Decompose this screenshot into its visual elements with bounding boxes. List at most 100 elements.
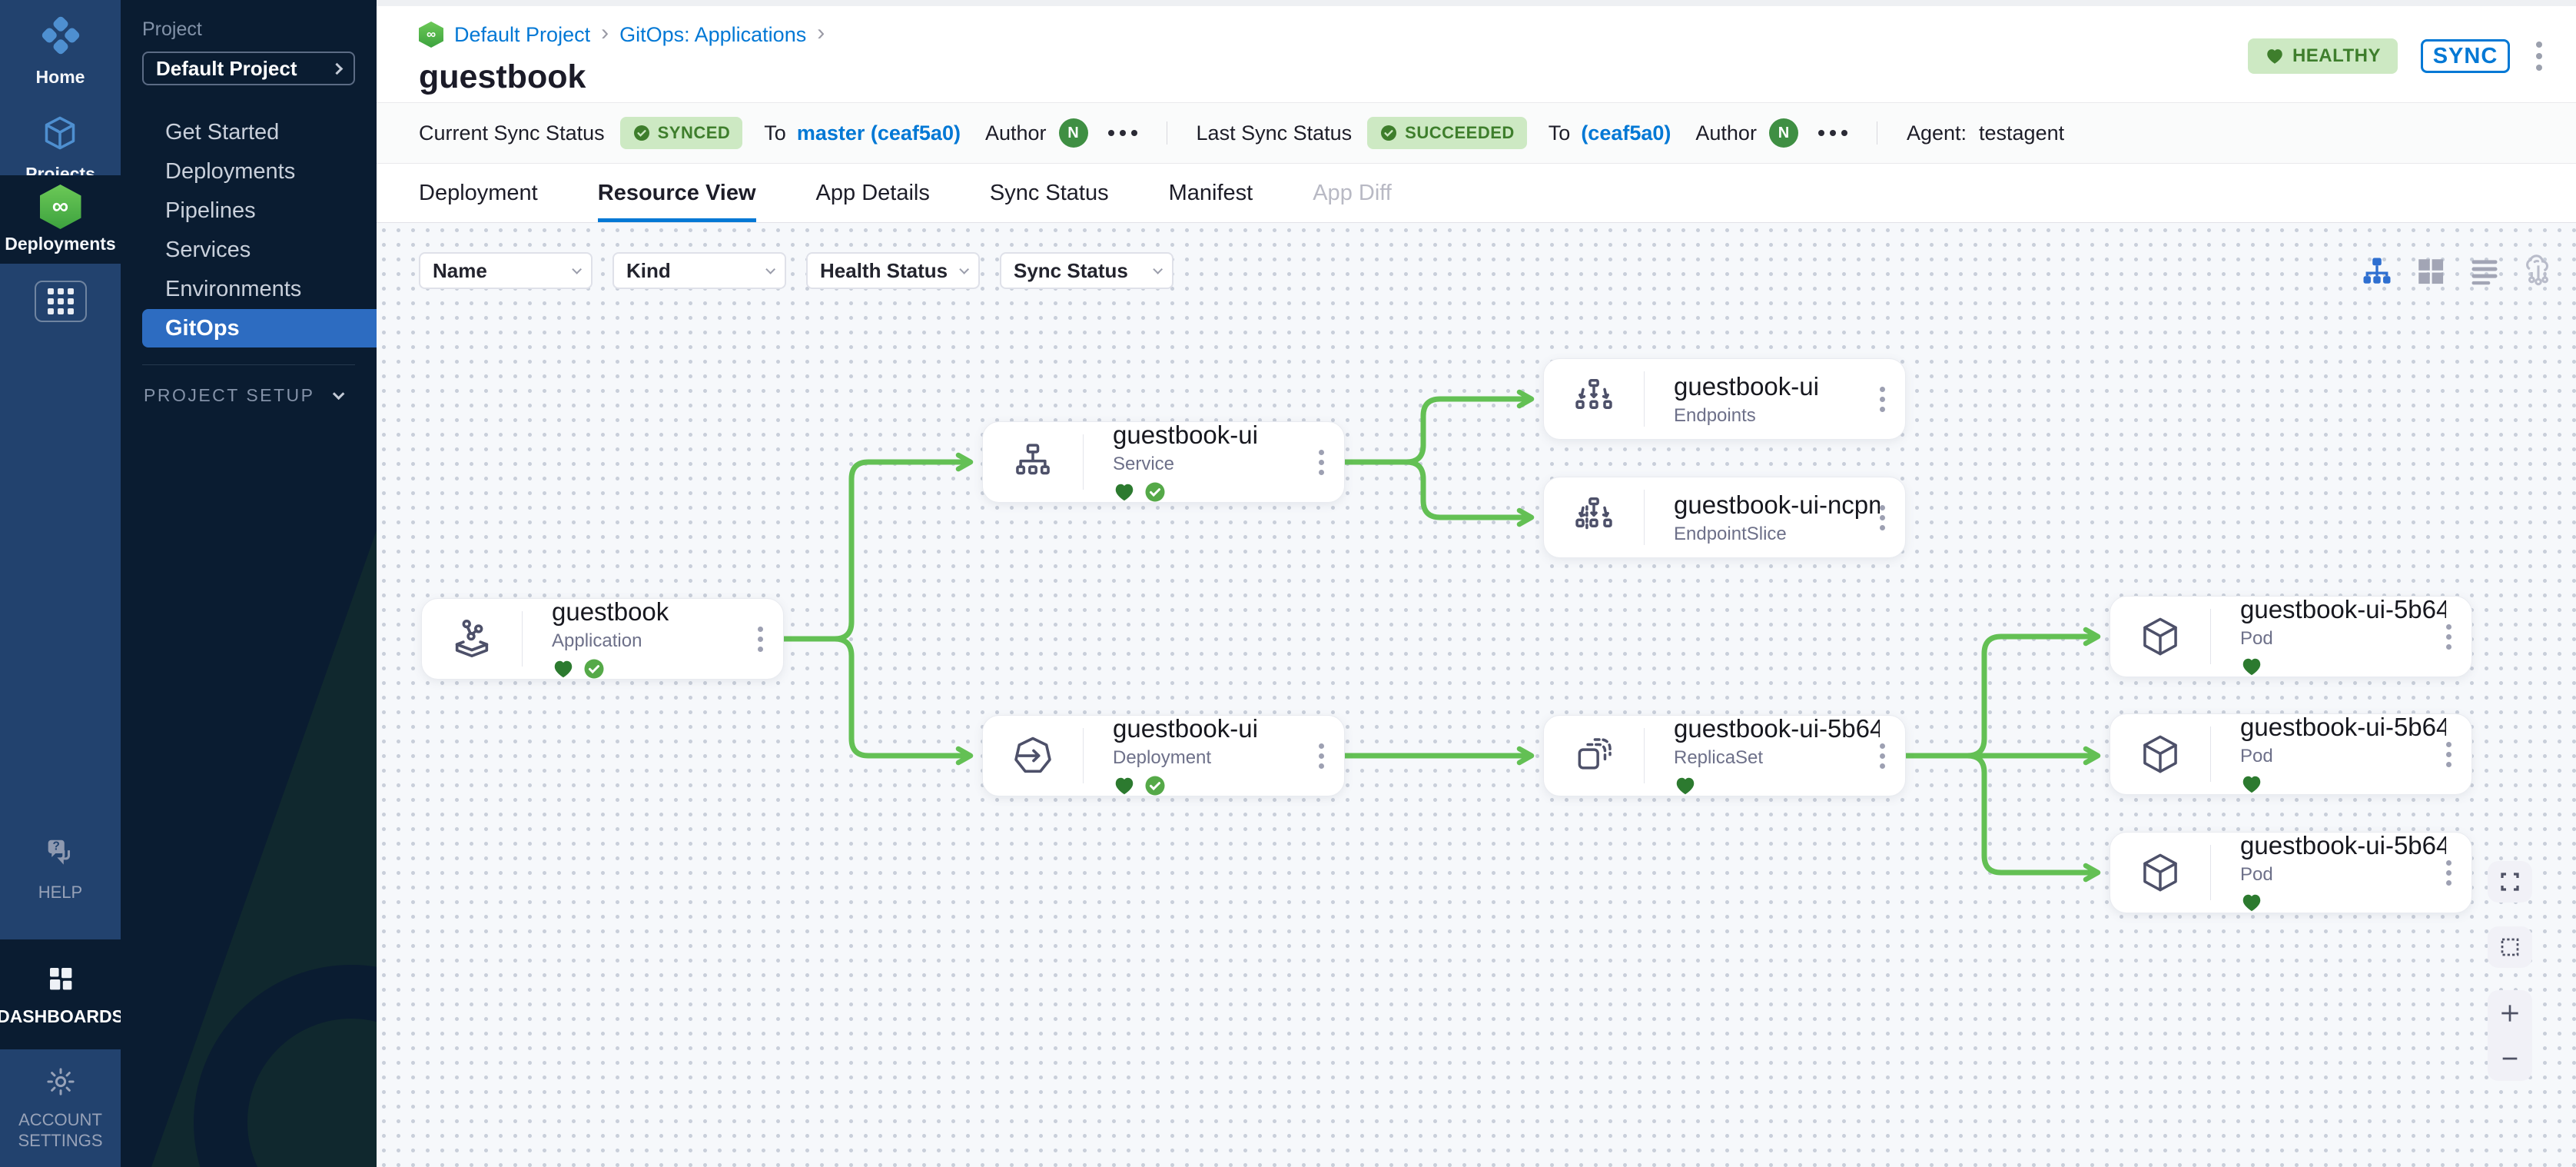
- author-avatar[interactable]: N: [1059, 118, 1088, 148]
- node-name: guestbook-ui: [1113, 421, 1319, 450]
- node-kind: Endpoints: [1674, 405, 1880, 427]
- author-label: Author: [1695, 121, 1757, 145]
- rail-item-dashboards[interactable]: DASHBOARDS: [0, 963, 124, 1027]
- filter-label: Sync Status: [1014, 259, 1128, 283]
- fullscreen-button[interactable]: [2488, 861, 2532, 903]
- rail-item-account-settings[interactable]: ACCOUNT SETTINGS: [11, 1066, 111, 1152]
- filter-kind[interactable]: Kind: [612, 252, 786, 289]
- resource-node-replicaset[interactable]: guestbook-ui-5b64f69597 ReplicaSet: [1543, 715, 1906, 796]
- rail-label-home: Home: [36, 67, 85, 88]
- node-kebab-menu[interactable]: [1319, 743, 1324, 769]
- author-avatar[interactable]: N: [1769, 118, 1798, 148]
- filter-name[interactable]: Name: [419, 252, 593, 289]
- node-kebab-menu[interactable]: [758, 627, 763, 652]
- sidebar-item-get-started[interactable]: Get Started: [142, 113, 377, 151]
- sync-status-badge: SYNCED: [620, 117, 743, 149]
- sync-button[interactable]: SYNC: [2421, 39, 2510, 73]
- projects-icon: [41, 114, 79, 156]
- resource-node-endpointslice[interactable]: guestbook-ui-ncpmrEndpointSlice: [1543, 477, 1906, 558]
- node-body: guestbook-ui-5b64f6959...Pod: [2211, 713, 2446, 796]
- node-kebab-menu[interactable]: [2446, 860, 2452, 886]
- resource-node-pod[interactable]: guestbook-ui-5b64f6959...Pod: [2110, 596, 2472, 677]
- breadcrumb-project-link[interactable]: Default Project: [454, 23, 590, 47]
- resource-node-application[interactable]: guestbookApplication: [421, 598, 784, 680]
- check-circle-icon: [632, 124, 651, 142]
- pod-icon: [2110, 851, 2210, 894]
- grid-view-toggle[interactable]: [2413, 255, 2448, 291]
- resource-node-service[interactable]: guestbook-uiService: [982, 421, 1345, 503]
- page-kebab-menu[interactable]: [2533, 38, 2545, 74]
- sidebar-item-services[interactable]: Services: [142, 231, 377, 269]
- resource-node-pod[interactable]: guestbook-ui-5b64f6959...Pod: [2110, 713, 2472, 795]
- healthy-heart-icon: [2240, 655, 2263, 678]
- tab-app-diff: App Diff: [1313, 164, 1392, 222]
- project-selector-value: Default Project: [156, 57, 297, 81]
- module-rail: Home Projects ∞ Deployments: [0, 0, 121, 1167]
- synced-check-icon: [1144, 774, 1167, 797]
- resource-node-deployment[interactable]: guestbook-uiDeployment: [982, 715, 1345, 796]
- chevron-down-icon: [572, 264, 582, 274]
- rail-item-projects[interactable]: Projects: [25, 114, 95, 185]
- node-kind: ReplicaSet: [1674, 747, 1880, 769]
- sidebar-item-pipelines[interactable]: Pipelines: [142, 191, 377, 230]
- tree-view-icon: [2361, 255, 2393, 291]
- node-kind: Deployment: [1113, 747, 1319, 769]
- node-status-badges: [1674, 774, 1880, 797]
- tree-edges: [377, 223, 2576, 1167]
- node-kebab-menu[interactable]: [1880, 743, 1885, 769]
- chevron-down-icon: [333, 388, 345, 401]
- project-sidebar: Project Default Project Get StartedDeplo…: [121, 0, 377, 1167]
- more-actions-menu[interactable]: [1818, 130, 1847, 136]
- select-area-button[interactable]: [2488, 926, 2532, 968]
- module-switcher-button[interactable]: [35, 281, 87, 322]
- node-kebab-menu[interactable]: [2446, 742, 2452, 767]
- node-kebab-menu[interactable]: [2446, 624, 2452, 650]
- gitops-icon: ∞: [419, 22, 443, 48]
- git-revision-link[interactable]: (ceaf5a0): [1581, 121, 1671, 145]
- tab-resource-view[interactable]: Resource View: [598, 164, 756, 222]
- plus-icon: [2498, 1001, 2522, 1026]
- rail-item-deployments[interactable]: ∞ Deployments: [5, 185, 115, 254]
- list-view-toggle[interactable]: [2467, 255, 2502, 291]
- filter-label: Health Status: [820, 259, 948, 283]
- zoom-out-button[interactable]: [2488, 1036, 2532, 1081]
- breadcrumb-separator: ›: [817, 20, 825, 46]
- more-actions-menu[interactable]: [1108, 130, 1137, 136]
- node-kebab-menu[interactable]: [1880, 505, 1885, 530]
- filter-label: Name: [433, 259, 487, 283]
- rail-label-dashboards: DASHBOARDS: [0, 1006, 124, 1027]
- node-kebab-menu[interactable]: [1319, 450, 1324, 475]
- tab-app-details[interactable]: App Details: [816, 164, 930, 222]
- pod-icon: [2110, 615, 2210, 658]
- tab-manifest[interactable]: Manifest: [1169, 164, 1253, 222]
- resource-tree-canvas[interactable]: Name Kind Health Status Sync Status guestbo…: [377, 223, 2576, 1167]
- zoom-in-button[interactable]: [2488, 990, 2532, 1036]
- node-kebab-menu[interactable]: [1880, 387, 1885, 412]
- tab-sync-status[interactable]: Sync Status: [990, 164, 1109, 222]
- breadcrumb-applications-link[interactable]: GitOps: Applications: [619, 23, 806, 47]
- rail-item-home[interactable]: Home: [36, 15, 85, 88]
- filter-health-status[interactable]: Health Status: [806, 252, 980, 289]
- node-status-badges: [552, 657, 758, 680]
- tree-view-toggle[interactable]: [2359, 255, 2395, 291]
- endpoints-icon: [1544, 377, 1644, 421]
- rail-item-help[interactable]: ? HELP: [38, 835, 82, 903]
- git-revision-link[interactable]: master (ceaf5a0): [797, 121, 961, 145]
- rail-block-account: ACCOUNT SETTINGS: [0, 1049, 121, 1167]
- network-view-toggle[interactable]: [2521, 255, 2556, 291]
- project-selector[interactable]: Default Project: [142, 52, 355, 85]
- node-name: guestbook-ui-5b64f69597: [1674, 714, 1880, 743]
- agent-label: Agent:: [1907, 121, 1967, 145]
- grid-view-icon: [2415, 255, 2447, 291]
- filter-sync-status[interactable]: Sync Status: [1000, 252, 1173, 289]
- resource-node-pod[interactable]: guestbook-ui-5b64f6959...Pod: [2110, 832, 2472, 913]
- project-setup-toggle[interactable]: PROJECT SETUP: [142, 365, 377, 406]
- sidebar-item-deployments[interactable]: Deployments: [142, 152, 377, 191]
- node-body: guestbook-uiEndpoints: [1645, 372, 1880, 427]
- sidebar-item-gitops[interactable]: GitOps: [142, 309, 377, 347]
- project-section-label: Project: [142, 18, 377, 41]
- sync-status-bar: Current Sync StatusSYNCEDTomaster (ceaf5…: [377, 102, 2576, 164]
- tab-deployment[interactable]: Deployment: [419, 164, 538, 222]
- resource-node-endpoints[interactable]: guestbook-uiEndpoints: [1543, 358, 1906, 440]
- sidebar-item-environments[interactable]: Environments: [142, 270, 377, 308]
